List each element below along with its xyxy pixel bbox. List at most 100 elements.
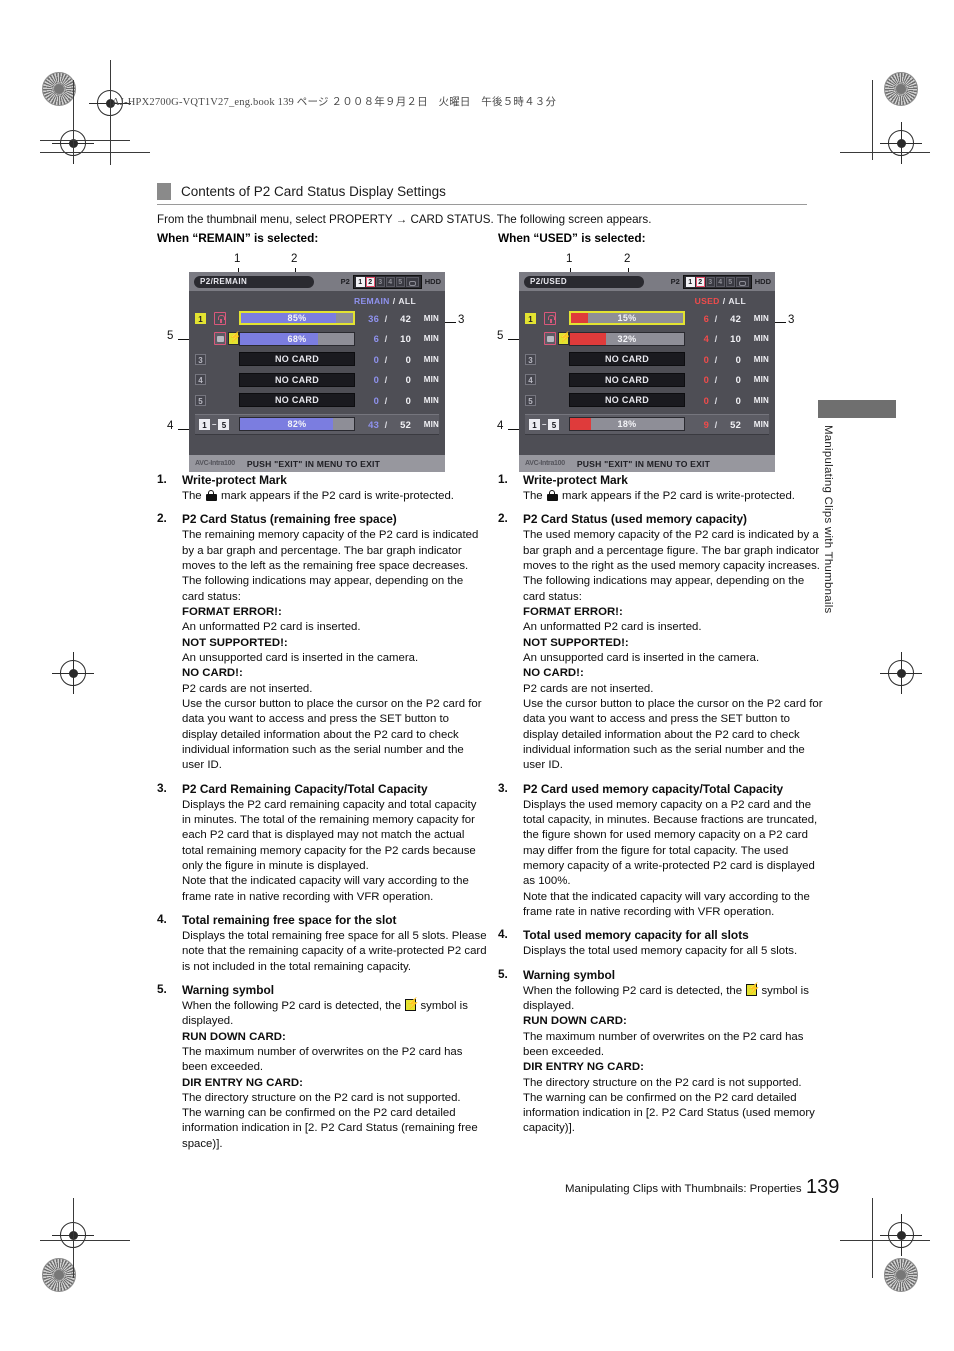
callout-3-right: 3	[788, 314, 795, 326]
slot-mini-2-remain: 2	[365, 276, 375, 287]
slot-values-4-remain: 0 / 0 MIN	[361, 374, 439, 385]
registration-rosette-top-left	[42, 72, 76, 106]
capacity-bar-3-remain: NO CARD	[239, 352, 355, 367]
right-item-4: 4. Total used memory capacity for all sl…	[498, 927, 828, 959]
total-range-dash-remain: –	[212, 419, 217, 429]
slot-row-2-used[interactable]: 32% 4 / 10 MIN	[525, 329, 769, 350]
slot-row-5-remain[interactable]: 5 NO CARD 0 / 0 MIN	[195, 390, 439, 411]
total-range-from-used: 1	[529, 418, 540, 430]
slot-row-3-remain[interactable]: 3 NO CARD 0 / 0 MIN	[195, 349, 439, 370]
total-capacity-bar-label-used: 18%	[617, 419, 637, 429]
callout-4-right: 4	[497, 420, 504, 432]
slot-values-5-used: 0 / 0 MIN	[691, 395, 769, 406]
slot-values-2-remain: 6 / 10 MIN	[361, 333, 439, 344]
right-item-2-p3: Use the cursor button to place the curso…	[523, 697, 823, 772]
total-all-remain: 52	[400, 418, 411, 430]
slot-total-4-used: 0	[735, 374, 741, 386]
slot-mini-4-used: 4	[715, 276, 725, 287]
left-item-3: 3. P2 Card Remaining Capacity/Total Capa…	[157, 781, 487, 905]
avc-logo-text-remain: AVC-Intra100	[195, 460, 235, 467]
hdd-label-remain: HDD	[424, 277, 441, 286]
when-remain-label: When “REMAIN” is selected:	[157, 231, 319, 245]
right-item-1-after: mark appears if the P2 card is write-pro…	[561, 490, 795, 502]
total-used-value: 9	[703, 418, 709, 430]
section-heading-text: Contents of P2 Card Status Display Setti…	[181, 184, 446, 199]
slot-unit-4-remain: MIN	[423, 375, 439, 385]
slot-values-1-used: 6 / 42 MIN	[691, 313, 769, 324]
slot-row-4-used[interactable]: 4 NO CARD 0 / 0 MIN	[525, 370, 769, 391]
left-item-2-p3: Use the cursor button to place the curso…	[182, 697, 482, 772]
warning-symbol-inline-icon-right	[746, 983, 758, 996]
left-item-3-p2: Note that the indicated capacity will va…	[182, 875, 469, 903]
total-values-remain: 43 / 52 MIN	[361, 419, 439, 430]
slot-row-1-remain[interactable]: 1 85% 36 / 42 MIN	[195, 308, 439, 329]
crop-mark-left-h	[40, 152, 150, 153]
left-item-1-number: 1.	[157, 472, 167, 486]
exit-hint-remain: PUSH "EXIT" IN MENU TO EXIT	[246, 458, 381, 469]
right-item-1-before: The	[523, 490, 543, 502]
slot-badge-3-remain: 3	[195, 353, 206, 365]
avc-intra-logo-used: AVC-Intra100	[525, 460, 565, 467]
right-item-2-p1: The used memory capacity of the P2 card …	[523, 529, 820, 572]
capacity-bar-5-remain: NO CARD	[239, 393, 355, 408]
right-item-5-w1-head: RUN DOWN CARD:	[523, 1015, 627, 1028]
right-item-5-w2-head: DIR ENTRY NG CARD:	[523, 1061, 644, 1074]
right-item-3-p2: Note that the indicated capacity will va…	[523, 890, 810, 918]
left-item-2-e3-body: P2 cards are not inserted.	[182, 682, 313, 695]
total-values-used: 9 / 52 MIN	[691, 419, 769, 430]
right-item-4-number: 4.	[498, 927, 508, 942]
total-unit-used: MIN	[753, 419, 769, 429]
slot-badge-4-remain: 4	[195, 374, 206, 386]
column-sep-used: /	[722, 295, 726, 306]
callout-1-left: 1	[234, 253, 241, 265]
capacity-bar-5-used: NO CARD	[569, 393, 685, 408]
capacity-bar-1-label-used: 15%	[617, 313, 637, 324]
registration-rosette-top-right	[884, 72, 918, 106]
slot-sep-2-remain: /	[384, 333, 388, 345]
screen-body-remain: REMAIN / ALL 1 85% 36 / 42 MIN ⚡ 68% 6 /…	[189, 291, 445, 472]
p2-slot-indicator-remain: P2 1 2 3 4 5 HDD	[341, 274, 441, 289]
slot-row-2-remain[interactable]: 68% 6 / 10 MIN	[195, 329, 439, 350]
screen-footer-remain: AVC-Intra100 PUSH "EXIT" IN MENU TO EXIT	[189, 455, 445, 472]
slot-total-1-used: 42	[730, 312, 741, 324]
registration-rosette-bottom-right	[884, 1258, 918, 1292]
capacity-bar-1-label-remain: 85%	[287, 313, 307, 324]
slot-sep-5-used: /	[714, 394, 718, 406]
slot-mini-4-remain: 4	[385, 276, 395, 287]
right-item-2-e3-head: NO CARD!:	[523, 667, 584, 680]
column-key-remain: REMAIN	[353, 295, 390, 306]
left-item-5-heading: Warning symbol	[182, 982, 275, 997]
slot-values-2-used: 4 / 10 MIN	[691, 333, 769, 344]
total-range-to-used: 5	[548, 418, 560, 430]
crop-mark-bl-v	[73, 1198, 74, 1278]
left-item-3-number: 3.	[157, 780, 167, 795]
write-protect-lock-icon-remain	[214, 311, 227, 325]
total-capacity-bar-remain: 82%	[239, 417, 355, 431]
slot-row-1-used[interactable]: 1 15% 6 / 42 MIN	[525, 308, 769, 329]
left-item-4: 4. Total remaining free space for the sl…	[157, 912, 487, 975]
slot-values-3-used: 0 / 0 MIN	[691, 354, 769, 365]
slot-row-4-remain[interactable]: 4 NO CARD 0 / 0 MIN	[195, 370, 439, 391]
right-item-1-number: 1.	[498, 472, 508, 486]
slot-sep-3-used: /	[714, 353, 718, 365]
side-tab-text: Manipulating Clips with Thumbnails	[822, 425, 834, 614]
slot-values-1-remain: 36 / 42 MIN	[361, 313, 439, 324]
write-protect-mark-icon-right	[546, 490, 558, 501]
column-all-remain: ALL	[398, 295, 416, 306]
right-item-5-number: 5.	[498, 966, 508, 981]
hdd-icon-remain	[405, 276, 419, 287]
slot-row-5-used[interactable]: 5 NO CARD 0 / 0 MIN	[525, 390, 769, 411]
capacity-bar-5-label-remain: NO CARD	[274, 395, 320, 406]
capacity-bar-4-label-remain: NO CARD	[274, 374, 320, 385]
right-item-3-number: 3.	[498, 780, 508, 795]
section-heading-block: Contents of P2 Card Status Display Setti…	[157, 183, 807, 205]
right-item-2-e3-body: P2 cards are not inserted.	[523, 682, 654, 695]
left-item-5-w2-head: DIR ENTRY NG CARD:	[182, 1076, 303, 1089]
screen-footer-used: AVC-Intra100 PUSH "EXIT" IN MENU TO EXIT	[519, 455, 775, 472]
total-capacity-bar-label-remain: 82%	[287, 419, 307, 429]
left-item-2-e3-head: NO CARD!:	[182, 667, 243, 680]
slot-row-3-used[interactable]: 3 NO CARD 0 / 0 MIN	[525, 349, 769, 370]
slot-unit-3-used: MIN	[753, 354, 769, 364]
left-item-2-number: 2.	[157, 511, 167, 526]
callout-5-left: 5	[167, 330, 174, 342]
